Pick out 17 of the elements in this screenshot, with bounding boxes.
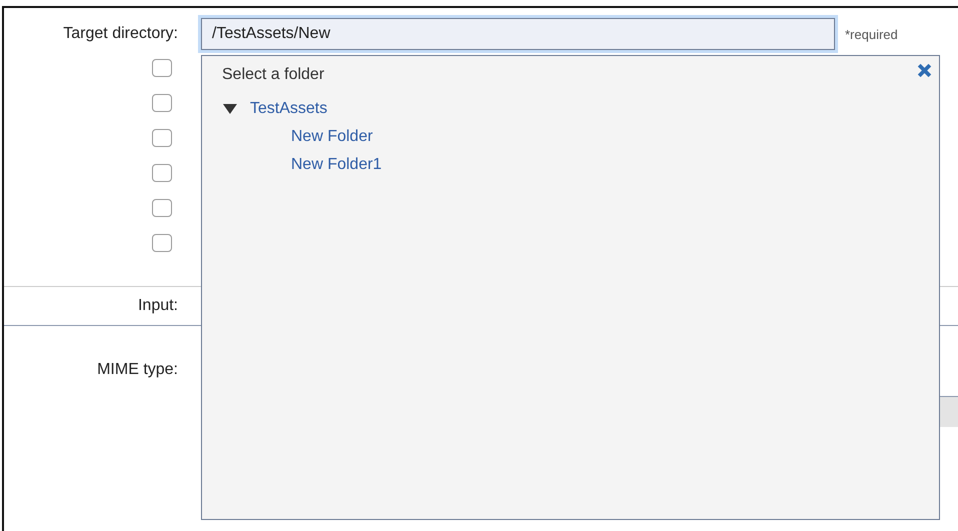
folder-item[interactable]: TestAssets bbox=[250, 100, 328, 118]
field-label: Input: bbox=[136, 297, 178, 315]
target-directory-field[interactable]: /TestAssets/New bbox=[201, 18, 835, 50]
required-note: *required bbox=[845, 26, 898, 42]
checkbox[interactable] bbox=[152, 94, 172, 112]
checkbox[interactable] bbox=[152, 199, 172, 217]
panel-title: Select a folder bbox=[222, 66, 326, 85]
folder-item[interactable]: New Folder bbox=[291, 128, 373, 146]
close-icon[interactable] bbox=[916, 62, 933, 79]
field-label: MIME type: bbox=[96, 361, 178, 379]
folder-item[interactable]: New Folder1 bbox=[291, 156, 382, 174]
checkbox[interactable] bbox=[152, 59, 172, 77]
expand-toggle-icon[interactable] bbox=[222, 102, 238, 114]
checkbox[interactable] bbox=[152, 234, 172, 252]
checkbox[interactable] bbox=[152, 129, 172, 147]
field-label: Target directory: bbox=[62, 25, 178, 43]
checkbox[interactable] bbox=[152, 164, 172, 182]
